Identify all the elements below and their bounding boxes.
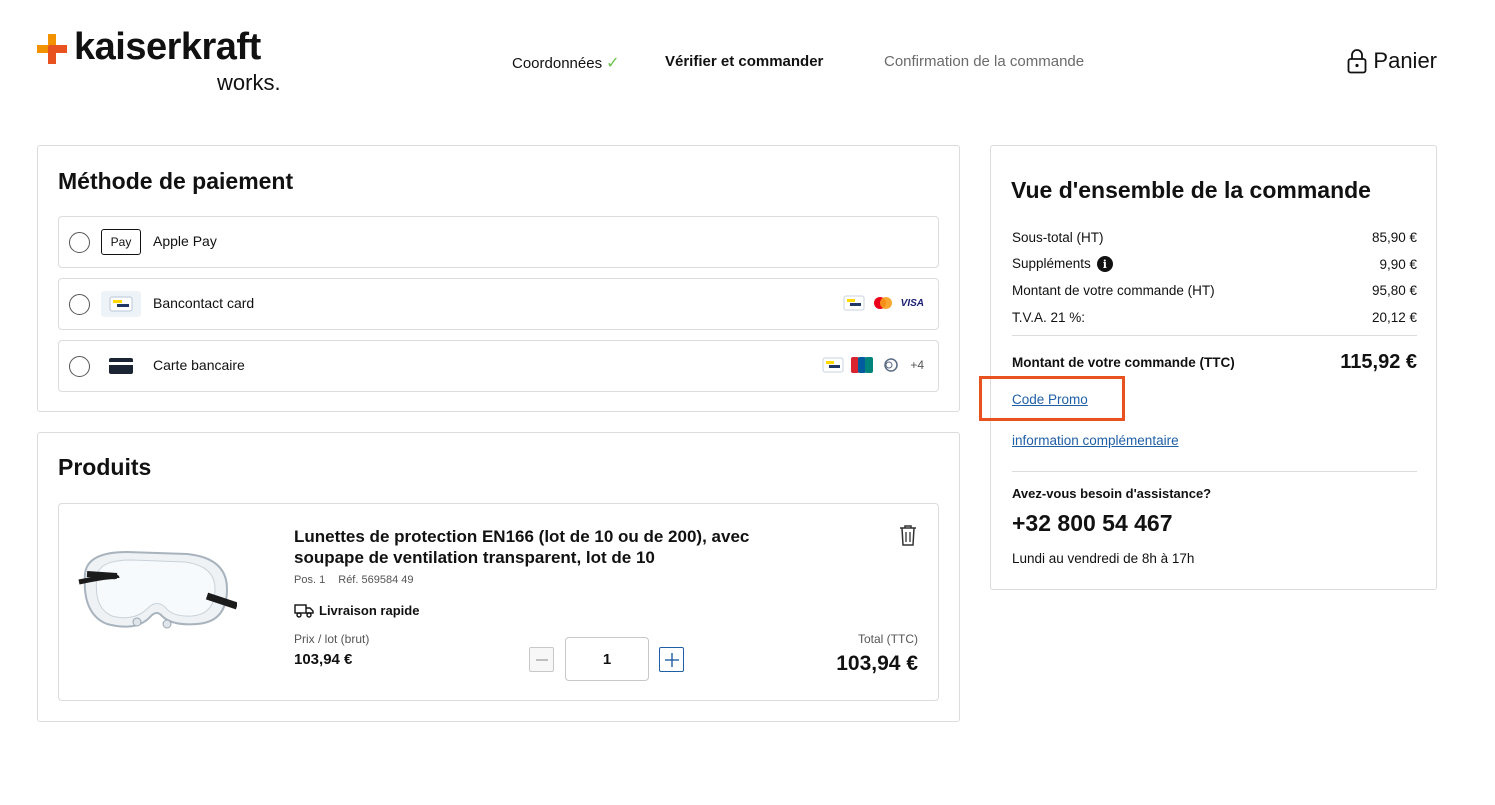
line-total-label: Total (TTC)	[858, 632, 918, 646]
payment-option-label: Apple Pay	[153, 233, 217, 249]
product-reference: Réf. 569584 49	[338, 574, 414, 586]
summary-row-value: 20,12 €	[1371, 309, 1417, 325]
trash-icon[interactable]	[899, 524, 917, 546]
help-phone[interactable]: +32 800 54 467	[1012, 510, 1173, 537]
order-total-value: 115,92 €	[1340, 351, 1417, 373]
quantity-increase-button[interactable]	[659, 647, 684, 672]
product-meta: Pos. 1 Réf. 569584 49	[294, 574, 423, 586]
products-title: Produits	[58, 454, 152, 480]
product-item: Lunettes de protection EN166 (lot de 10 …	[58, 503, 939, 701]
mastercard-brand-icon	[871, 294, 895, 312]
apple-pay-logo-text: Pay	[110, 235, 132, 249]
products-section: Produits Lunettes de protection EN166 (l…	[37, 432, 960, 722]
card-brands: VISA	[843, 294, 924, 312]
divider	[1012, 335, 1417, 336]
unionpay-brand-icon	[850, 356, 874, 374]
payment-title: Méthode de paiement	[58, 168, 294, 194]
quantity-input[interactable]: 1	[565, 637, 649, 681]
delivery-truck-icon	[294, 604, 314, 618]
more-brands-count: +4	[910, 358, 924, 372]
step-confirmation: Confirmation de la commande	[884, 53, 1085, 70]
radio-button[interactable]	[69, 232, 90, 253]
info-icon[interactable]: i	[1096, 256, 1113, 273]
checkmark-icon: ✓	[606, 55, 620, 72]
summary-rows: Sous-total (HT) 85,90 € Suppléments i 9,9…	[1012, 224, 1417, 331]
product-position: Pos. 1	[294, 574, 326, 586]
order-total-label: Montant de votre commande (TTC)	[1012, 355, 1235, 370]
plus-icon	[664, 652, 679, 667]
bancontact-logo-icon	[101, 291, 141, 317]
summary-row: Sous-total (HT) 85,90 €	[1012, 224, 1417, 251]
promo-code-link[interactable]: Code Promo	[1012, 392, 1088, 407]
step-verifier: Vérifier et commander	[665, 53, 824, 70]
bancontact-brand-icon	[843, 294, 865, 312]
summary-title: Vue d'ensemble de la commande	[1011, 177, 1371, 203]
card-brands: +4	[822, 356, 924, 374]
radio-button[interactable]	[69, 294, 90, 315]
payment-option-apple-pay[interactable]: Pay Apple Pay	[58, 216, 939, 268]
radio-button[interactable]	[69, 356, 90, 377]
payment-option-bancontact[interactable]: Bancontact card VISA	[58, 278, 939, 330]
delivery-label: Livraison rapide	[319, 602, 420, 618]
cart-link[interactable]: Panier	[1347, 48, 1437, 74]
lock-icon	[1348, 49, 1367, 74]
summary-row-label: Suppléments	[1012, 255, 1091, 271]
line-total: 103,94 €	[836, 652, 918, 675]
cart-label: Panier	[1373, 48, 1437, 73]
brand-tagline: works.	[217, 70, 281, 95]
minus-icon	[535, 658, 548, 661]
summary-row-value: 95,80 €	[1371, 283, 1417, 299]
summary-row-value: 85,90 €	[1371, 229, 1417, 245]
summary-row: T.V.A. 21 %: 20,12 €	[1012, 304, 1417, 331]
credit-card-icon	[101, 353, 141, 379]
step-label: Coordonnées	[512, 55, 603, 72]
unit-price: 103,94 €	[294, 651, 353, 668]
product-name[interactable]: Lunettes de protection EN166 (lot de 10 …	[294, 526, 784, 568]
payment-method-section: Méthode de paiement Pay Apple Pay Bancon…	[37, 145, 960, 412]
summary-row: Suppléments i 9,90 €	[1012, 251, 1417, 278]
divider	[1012, 471, 1417, 472]
summary-row-label: T.V.A. 21 %:	[1012, 309, 1086, 325]
step-coordonnees[interactable]: Coordonnées ✓	[512, 53, 619, 73]
summary-row-value: 9,90 €	[1379, 256, 1417, 272]
visa-brand-icon: VISA	[900, 297, 924, 309]
fast-delivery-badge: Livraison rapide	[294, 602, 419, 618]
summary-row-label: Sous-total (HT)	[1012, 229, 1104, 245]
safety-goggles-image	[78, 550, 237, 629]
apple-pay-logo-icon: Pay	[101, 229, 141, 255]
payment-option-label: Bancontact card	[153, 295, 255, 311]
diners-brand-icon	[880, 356, 902, 374]
quantity-decrease-button[interactable]	[529, 647, 554, 672]
summary-row: Montant de votre commande (HT) 95,80 €	[1012, 277, 1417, 304]
help-hours: Lundi au vendredi de 8h à 17h	[1012, 551, 1195, 566]
help-title: Avez-vous besoin d'assistance?	[1012, 486, 1212, 501]
additional-info-link[interactable]: information complémentaire	[1012, 433, 1179, 448]
order-summary: Vue d'ensemble de la commande Sous-total…	[979, 145, 1437, 590]
payment-option-carte-bancaire[interactable]: Carte bancaire +4	[58, 340, 939, 392]
checkout-steps: Coordonnées ✓ Vérifier et commander Confi…	[0, 53, 1495, 73]
payment-option-label: Carte bancaire	[153, 357, 245, 373]
summary-row-label: Montant de votre commande (HT)	[1012, 283, 1215, 299]
bancontact-brand-icon	[822, 356, 844, 374]
order-total-row: Montant de votre commande (TTC) 115,92 €	[1012, 351, 1417, 374]
unit-price-label: Prix / lot (brut)	[294, 632, 370, 646]
